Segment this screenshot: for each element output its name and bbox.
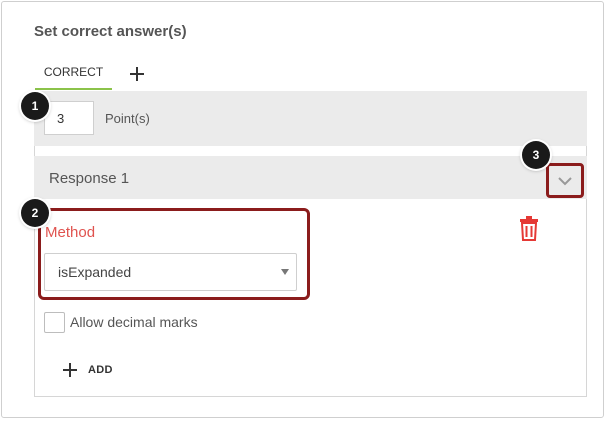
delete-response-button[interactable]	[518, 215, 540, 241]
allow-decimal-label: Allow decimal marks	[70, 314, 198, 330]
add-tab-button[interactable]	[124, 62, 150, 86]
plus-icon	[130, 67, 144, 81]
caret-down-icon	[281, 269, 289, 275]
callout-marker-1: 1	[21, 92, 49, 120]
trash-icon	[520, 216, 538, 241]
response-title: Response 1	[49, 170, 130, 187]
plus-icon	[63, 363, 77, 377]
allow-decimal-checkbox[interactable]	[44, 312, 65, 333]
chevron-down-icon	[558, 176, 572, 185]
add-button[interactable]: ADD	[62, 358, 122, 382]
points-input[interactable]	[44, 101, 94, 135]
callout-marker-2: 2	[21, 199, 49, 227]
add-button-label: ADD	[88, 364, 113, 376]
tab-correct[interactable]: CORRECT	[35, 62, 112, 90]
points-label: Point(s)	[105, 111, 150, 126]
method-selected-value: isExpanded	[58, 264, 132, 280]
method-label: Method	[45, 224, 96, 241]
section-title: Set correct answer(s)	[34, 23, 187, 40]
callout-marker-3: 3	[522, 141, 550, 169]
collapse-button[interactable]	[546, 163, 584, 198]
